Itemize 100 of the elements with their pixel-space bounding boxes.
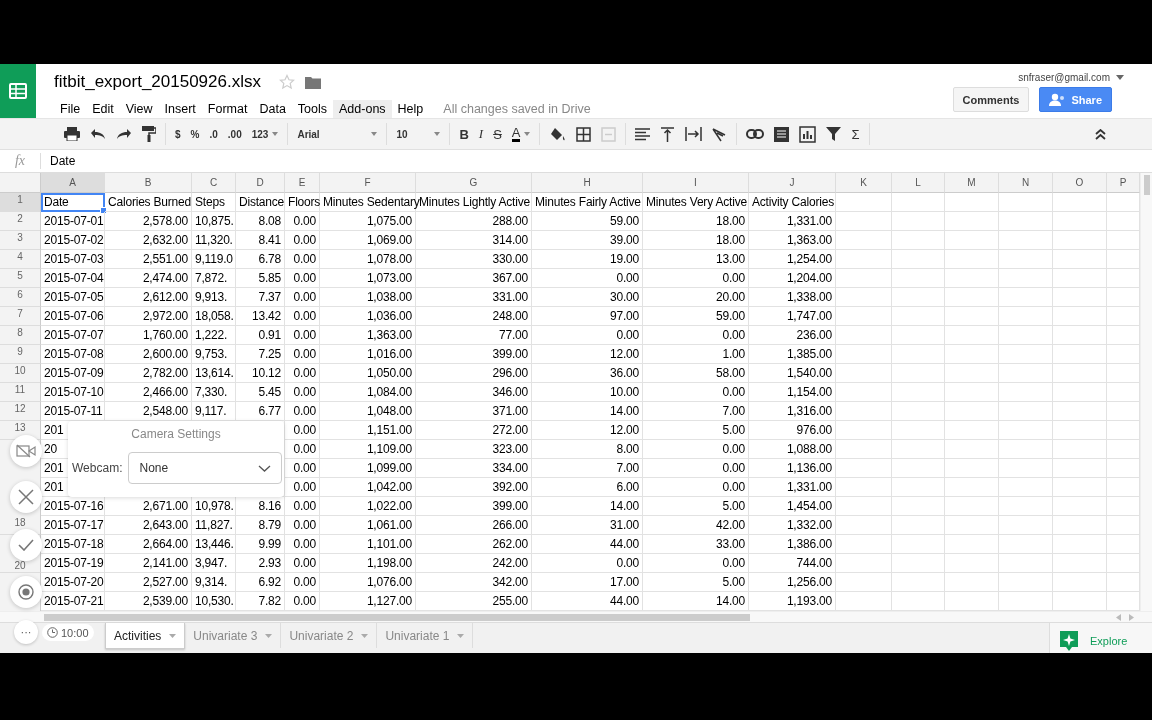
table-cell[interactable]: 0.00 <box>285 554 320 573</box>
table-cell[interactable]: 1,109.00 <box>320 440 416 459</box>
table-cell[interactable]: 314.00 <box>416 231 532 250</box>
table-cell[interactable]: 334.00 <box>416 459 532 478</box>
empty-cell[interactable] <box>892 421 945 440</box>
table-cell[interactable]: 1,061.00 <box>320 516 416 535</box>
empty-cell[interactable] <box>945 364 999 383</box>
table-cell[interactable]: 296.00 <box>416 364 532 383</box>
empty-cell[interactable] <box>999 383 1053 402</box>
table-cell[interactable]: 330.00 <box>416 250 532 269</box>
empty-cell[interactable] <box>999 269 1053 288</box>
empty-cell[interactable] <box>836 440 892 459</box>
table-cell[interactable]: 20.00 <box>643 288 749 307</box>
menu-item[interactable]: File <box>54 100 87 118</box>
table-cell[interactable]: 7,872. <box>192 269 236 288</box>
empty-cell[interactable] <box>1053 231 1107 250</box>
empty-cell[interactable] <box>836 326 892 345</box>
table-cell[interactable]: 242.00 <box>416 554 532 573</box>
account-email[interactable]: snfraser@gmail.com <box>1018 72 1110 83</box>
table-cell[interactable]: 399.00 <box>416 497 532 516</box>
chart-icon[interactable] <box>799 125 817 143</box>
table-cell[interactable]: 1,385.00 <box>749 345 836 364</box>
table-cell[interactable]: 346.00 <box>416 383 532 402</box>
webcam-dropdown[interactable]: None <box>128 452 282 484</box>
empty-cell[interactable] <box>892 402 945 421</box>
save-status[interactable]: All changes saved in Drive <box>443 102 591 116</box>
empty-cell[interactable] <box>836 231 892 250</box>
table-cell[interactable]: Calories Burned <box>105 193 192 212</box>
empty-cell[interactable] <box>836 421 892 440</box>
row-number[interactable]: 13 <box>14 423 26 433</box>
table-cell[interactable]: 2,474.00 <box>105 269 192 288</box>
table-cell[interactable]: 1,075.00 <box>320 212 416 231</box>
table-cell[interactable]: 7.37 <box>236 288 285 307</box>
table-cell[interactable]: 0.00 <box>285 573 320 592</box>
scrollbar[interactable] <box>1140 173 1152 611</box>
table-cell[interactable]: 5.85 <box>236 269 285 288</box>
table-cell[interactable]: 1,069.00 <box>320 231 416 250</box>
empty-cell[interactable] <box>836 459 892 478</box>
table-cell[interactable]: 8.41 <box>236 231 285 250</box>
functions-button[interactable]: Σ <box>851 126 860 142</box>
table-cell[interactable]: 58.00 <box>643 364 749 383</box>
empty-cell[interactable] <box>836 478 892 497</box>
empty-cell[interactable] <box>892 193 945 212</box>
empty-cell[interactable] <box>892 231 945 250</box>
table-cell[interactable]: 2015-07-20 <box>41 573 105 592</box>
column-header[interactable]: B <box>105 173 192 193</box>
row-number[interactable]: 7 <box>17 309 23 319</box>
empty-cell[interactable] <box>892 573 945 592</box>
table-cell[interactable]: 342.00 <box>416 573 532 592</box>
table-cell[interactable]: 1,151.00 <box>320 421 416 440</box>
increase-decimal-button[interactable]: .00 <box>227 128 242 140</box>
table-cell[interactable]: 0.00 <box>532 554 643 573</box>
table-cell[interactable]: 14.00 <box>532 497 643 516</box>
empty-cell[interactable] <box>836 288 892 307</box>
table-cell[interactable]: 2,578.00 <box>105 212 192 231</box>
column-header[interactable]: I <box>643 173 749 193</box>
column-header[interactable]: O <box>1053 173 1107 193</box>
table-cell[interactable]: 6.78 <box>236 250 285 269</box>
table-cell[interactable]: 0.00 <box>285 440 320 459</box>
table-cell[interactable]: 31.00 <box>532 516 643 535</box>
table-cell[interactable]: 1,363.00 <box>749 231 836 250</box>
empty-cell[interactable] <box>1053 193 1107 212</box>
font-size-dropdown[interactable]: 10 <box>396 128 431 140</box>
percent-button[interactable]: % <box>190 128 200 140</box>
caret-icon[interactable] <box>1116 75 1124 80</box>
table-cell[interactable]: 30.00 <box>532 288 643 307</box>
empty-cell[interactable] <box>836 383 892 402</box>
empty-cell[interactable] <box>836 573 892 592</box>
text-rotate-icon[interactable] <box>712 126 728 142</box>
table-cell[interactable]: 1,256.00 <box>749 573 836 592</box>
empty-cell[interactable] <box>945 326 999 345</box>
row-number[interactable]: 4 <box>17 252 23 262</box>
row-number[interactable]: 8 <box>17 328 23 338</box>
table-cell[interactable]: 10,875. <box>192 212 236 231</box>
table-cell[interactable]: 7.25 <box>236 345 285 364</box>
table-cell[interactable]: 1,084.00 <box>320 383 416 402</box>
column-header[interactable]: C <box>192 173 236 193</box>
table-cell[interactable]: 0.00 <box>643 554 749 573</box>
italic-button[interactable]: I <box>478 126 484 142</box>
empty-cell[interactable] <box>999 497 1053 516</box>
table-cell[interactable]: 371.00 <box>416 402 532 421</box>
table-cell[interactable]: 1,331.00 <box>749 212 836 231</box>
empty-cell[interactable] <box>999 459 1053 478</box>
table-cell[interactable]: 2,466.00 <box>105 383 192 402</box>
empty-cell[interactable] <box>836 535 892 554</box>
empty-cell[interactable] <box>836 212 892 231</box>
table-cell[interactable]: 1,048.00 <box>320 402 416 421</box>
empty-cell[interactable] <box>892 288 945 307</box>
menu-item[interactable]: Help <box>391 100 430 118</box>
table-cell[interactable]: 12.00 <box>532 421 643 440</box>
menu-item[interactable]: Add-ons <box>333 100 392 118</box>
empty-cell[interactable] <box>945 250 999 269</box>
table-cell[interactable]: 42.00 <box>643 516 749 535</box>
empty-cell[interactable] <box>892 497 945 516</box>
row-number[interactable]: 1 <box>17 195 23 205</box>
undo-icon[interactable] <box>90 128 106 140</box>
borders-icon[interactable] <box>576 126 592 142</box>
table-cell[interactable]: 2015-07-02 <box>41 231 105 250</box>
empty-cell[interactable] <box>1053 269 1107 288</box>
empty-cell[interactable] <box>892 516 945 535</box>
